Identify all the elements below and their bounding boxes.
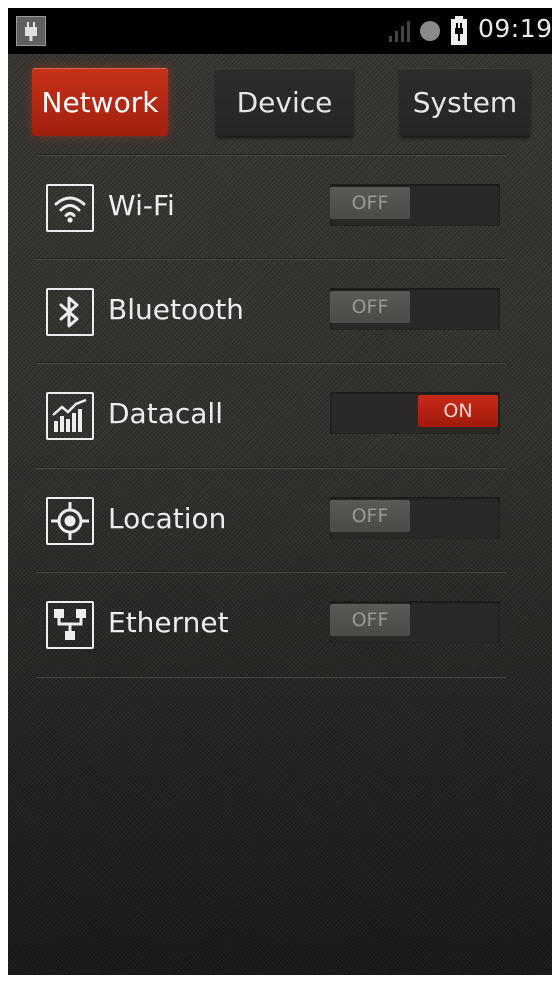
location-toggle[interactable]: OFF	[330, 497, 500, 539]
sync-dot-icon	[420, 21, 440, 41]
toggle-state-label: OFF	[330, 187, 410, 219]
signal-icon	[389, 21, 410, 42]
location-target-icon	[46, 497, 94, 545]
tab-system[interactable]: System	[400, 68, 530, 136]
divider	[36, 154, 506, 156]
tab-device[interactable]: Device	[216, 68, 353, 136]
toggle-state-label: OFF	[330, 604, 410, 636]
wifi-toggle[interactable]: OFF	[330, 184, 500, 226]
setting-label: Wi-Fi	[108, 189, 175, 222]
setting-row-ethernet: Ethernet OFF	[8, 575, 552, 679]
tab-network[interactable]: Network	[32, 68, 168, 136]
tab-bar: Network Device System	[8, 68, 552, 148]
setting-row-wifi: Wi-Fi OFF	[8, 158, 552, 262]
battery-charging-icon	[451, 16, 467, 45]
setting-label: Location	[108, 502, 227, 535]
setting-label: Datacall	[108, 397, 223, 430]
toggle-state-label: ON	[418, 395, 498, 427]
datacall-chart-icon	[46, 392, 94, 440]
toggle-state-label: OFF	[330, 500, 410, 532]
ethernet-toggle[interactable]: OFF	[330, 601, 500, 643]
toggle-state-label: OFF	[330, 291, 410, 323]
ethernet-network-icon	[46, 601, 94, 649]
setting-row-bluetooth: Bluetooth OFF	[8, 262, 552, 366]
wifi-icon	[46, 184, 94, 232]
datacall-toggle[interactable]: ON	[330, 392, 500, 434]
setting-row-location: Location OFF	[8, 471, 552, 575]
app-screen: 09:19 Network Device System Wi-Fi OFF Bl…	[8, 8, 552, 975]
setting-label: Ethernet	[108, 606, 229, 639]
bluetooth-toggle[interactable]: OFF	[330, 288, 500, 330]
setting-row-datacall: Datacall ON	[8, 366, 552, 470]
setting-label: Bluetooth	[108, 293, 244, 326]
usb-plug-icon	[16, 16, 46, 46]
status-clock: 09:19	[478, 14, 552, 43]
status-bar: 09:19	[8, 8, 552, 54]
bluetooth-icon	[46, 288, 94, 336]
